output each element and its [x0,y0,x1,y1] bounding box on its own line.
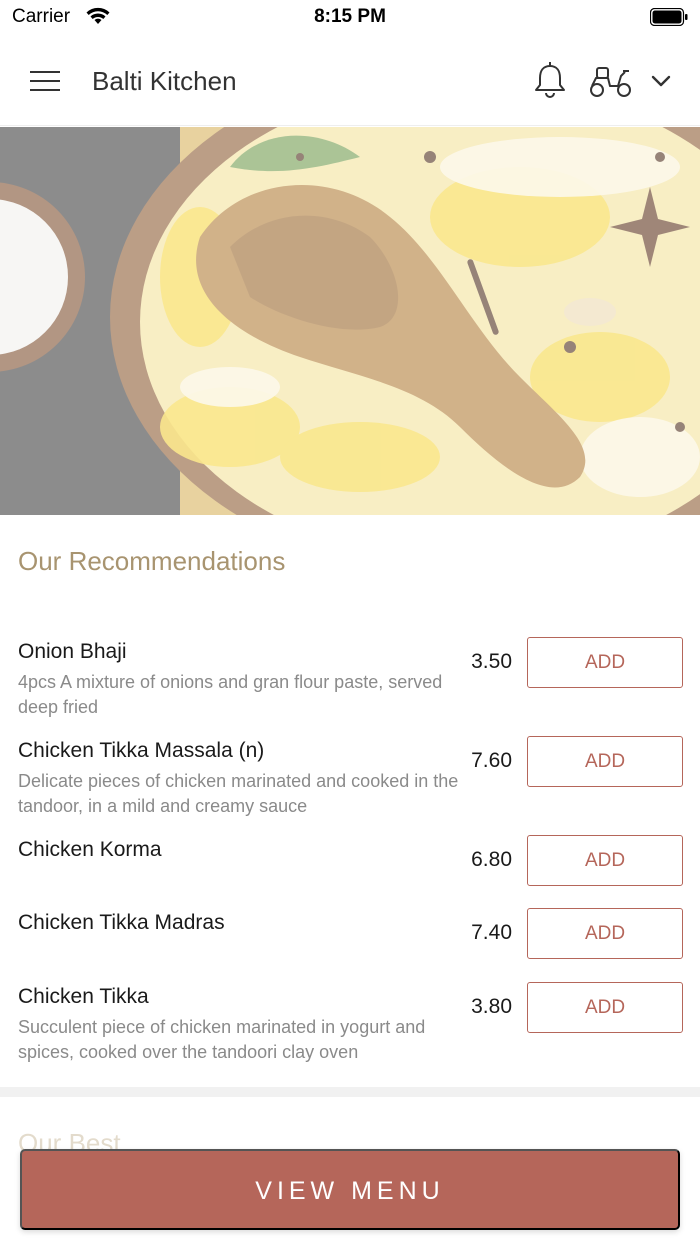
menu-button[interactable] [26,64,66,98]
battery-icon [650,8,688,26]
item-price: 3.50 [471,650,512,673]
add-button[interactable]: ADD [527,982,683,1033]
item-price: 7.40 [471,921,512,944]
chevron-down-icon[interactable] [646,66,676,96]
item-name: Chicken Tikka [18,985,149,1008]
hero-image [0,127,700,515]
add-button[interactable]: ADD [527,736,683,787]
add-button[interactable]: ADD [527,637,683,688]
add-button[interactable]: ADD [527,908,683,959]
item-price: 3.80 [471,995,512,1018]
status-bar: Carrier 8:15 PM [0,0,700,36]
view-menu-button[interactable]: VIEW MENU [20,1149,680,1230]
item-name: Chicken Tikka Massala (n) [18,739,265,762]
bell-icon[interactable] [530,60,570,100]
restaurant-title: Balti Kitchen [92,66,237,96]
item-description: Succulent piece of chicken marinated in … [18,1017,426,1062]
add-button[interactable]: ADD [527,835,683,886]
item-price: 7.60 [471,749,512,772]
item-name: Onion Bhaji [18,640,127,663]
item-price: 6.80 [471,848,512,871]
menu-icon-bar [30,80,60,82]
app-header: Balti Kitchen [0,36,700,126]
item-name: Chicken Korma [18,838,162,861]
clock-time: 8:15 PM [314,6,386,27]
menu-icon-bar [30,89,60,91]
section-title-recommendations: Our Recommendations [18,546,286,576]
item-name: Chicken Tikka Madras [18,911,225,934]
item-description: Delicate pieces of chicken marinated and… [18,771,459,816]
menu-icon [30,71,60,73]
hero-overlay [0,127,700,515]
section-divider [0,1087,700,1097]
item-description: 4pcs A mixture of onions and gran flour … [18,672,443,717]
scooter-icon[interactable] [588,62,634,102]
